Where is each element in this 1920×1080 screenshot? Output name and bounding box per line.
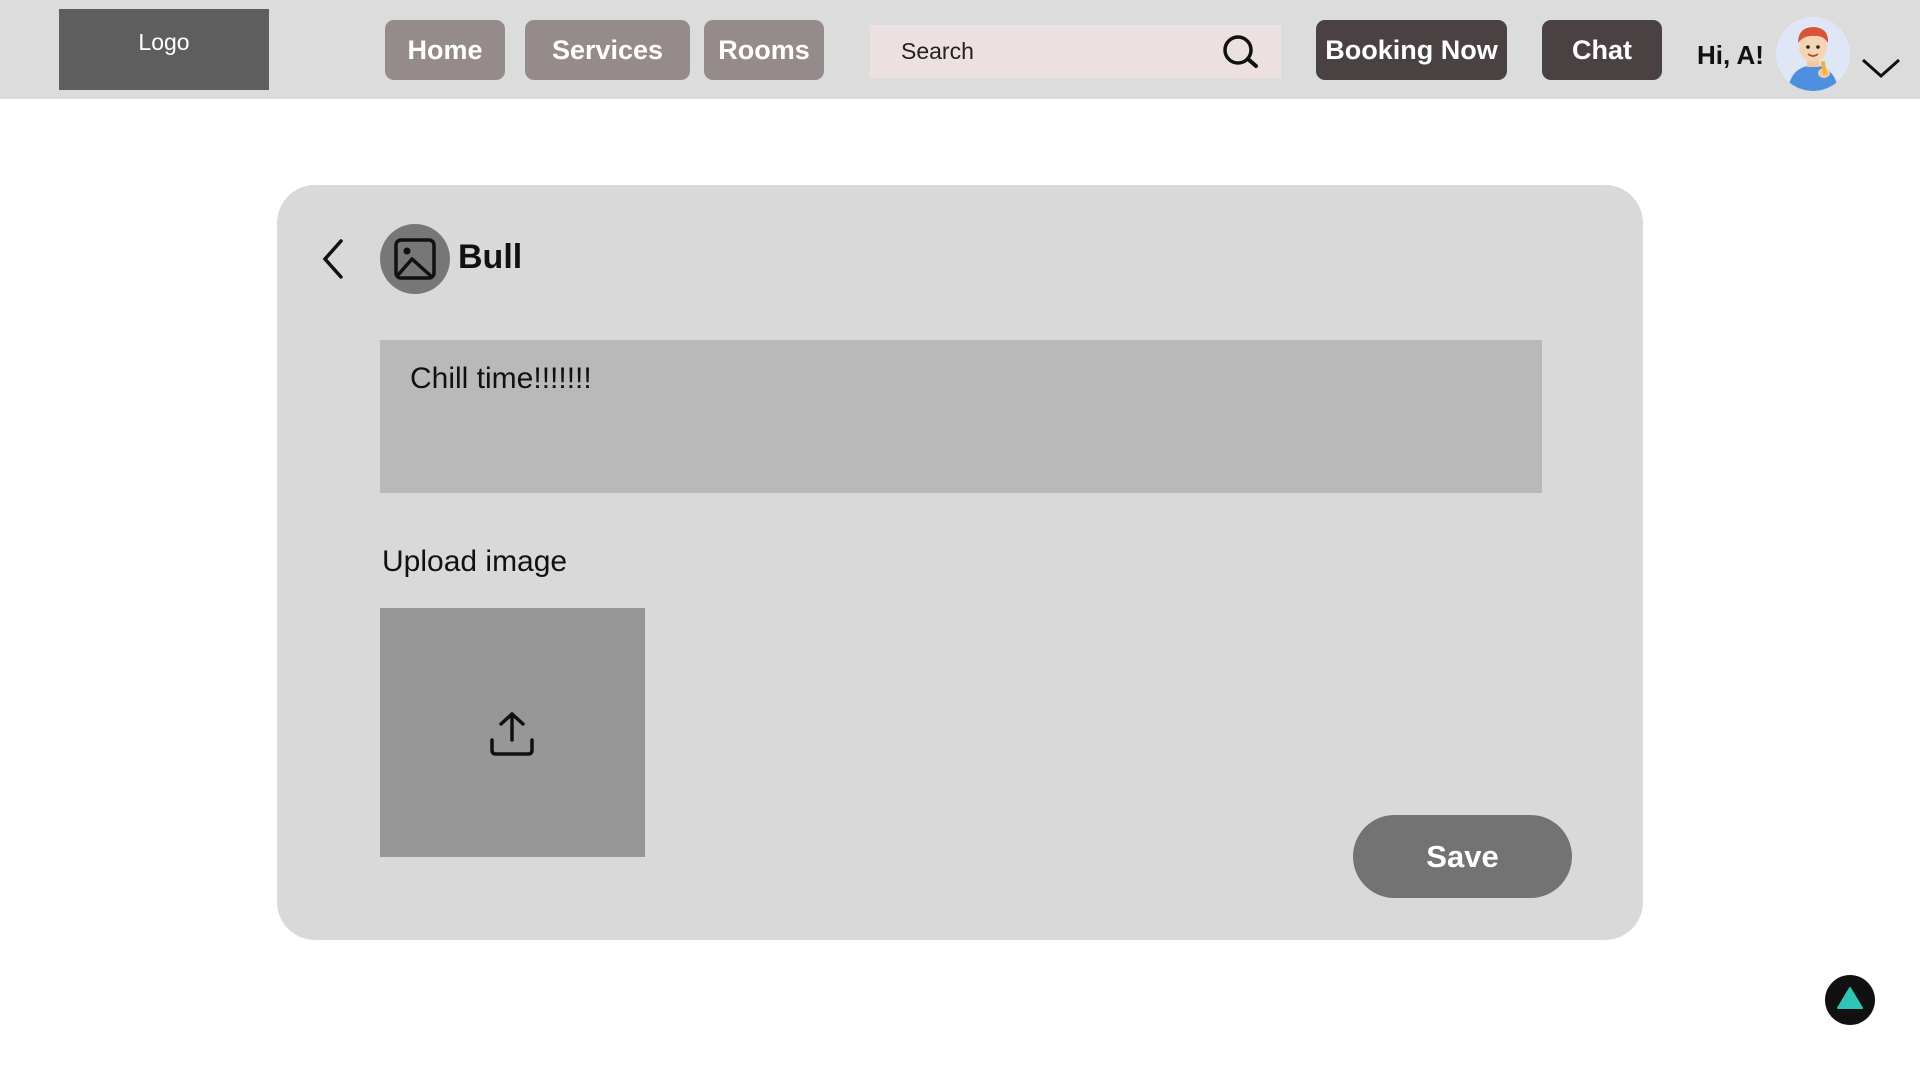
triangle-up-icon [1837,987,1863,1009]
logo[interactable]: Logo [59,9,269,90]
nav-home-button[interactable]: Home [385,20,505,80]
scroll-to-top-button[interactable] [1825,975,1875,1025]
author-name: Bull [458,238,523,276]
avatar[interactable] [1776,17,1850,91]
booking-now-button[interactable]: Booking Now [1316,20,1507,80]
save-button[interactable]: Save [1353,815,1572,898]
chat-button[interactable]: Chat [1542,20,1662,80]
chevron-left-icon[interactable] [315,235,355,283]
search-input[interactable] [870,25,1220,78]
search-bar [870,25,1281,78]
user-greeting: Hi, A! [1697,40,1764,70]
search-icon[interactable] [1220,33,1260,71]
caption-textarea[interactable]: Chill time!!!!!!! [380,340,1542,493]
image-placeholder-icon [394,238,436,280]
post-editor-card: Bull Chill time!!!!!!! Upload image Save [277,185,1643,940]
chevron-down-icon[interactable] [1860,56,1902,80]
upload-image-dropzone[interactable] [380,608,645,857]
author-avatar [380,224,450,294]
upload-image-label: Upload image [382,545,568,578]
upload-icon [490,712,534,756]
top-navbar: Logo Home Services Rooms Booking Now Cha… [0,0,1920,99]
nav-services-button[interactable]: Services [525,20,690,80]
avatar-image [1776,17,1850,91]
nav-rooms-button[interactable]: Rooms [704,20,824,80]
